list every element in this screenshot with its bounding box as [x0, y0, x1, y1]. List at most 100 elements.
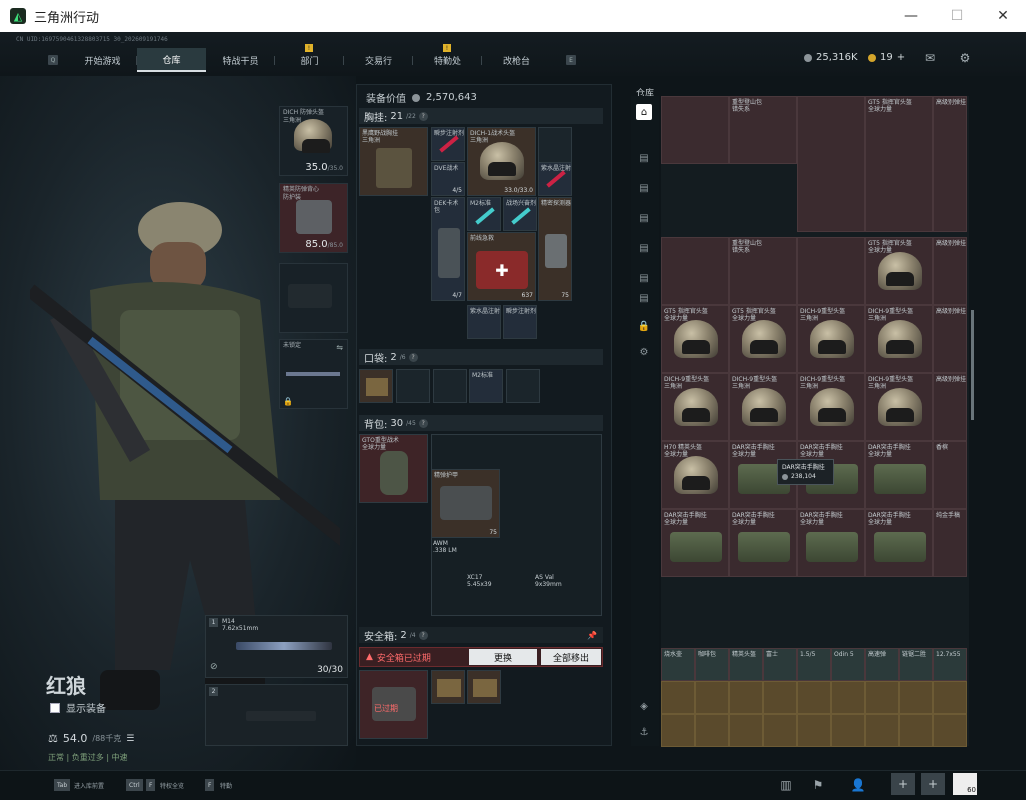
inv-item[interactable]: 紫水晶注射: [538, 162, 572, 196]
warehouse-item[interactable]: DAR突击手胸挂 全球力量: [865, 441, 933, 509]
warehouse-item[interactable]: [865, 714, 899, 747]
tab-trade[interactable]: 交易行: [344, 48, 413, 72]
warehouse-item[interactable]: [933, 714, 967, 747]
add-squad-button-2[interactable]: +: [921, 773, 945, 795]
currency-tickets[interactable]: 19 +: [868, 52, 905, 63]
tab-warehouse[interactable]: 仓库: [137, 48, 206, 72]
warehouse-item[interactable]: DAR突击手胸挂 全球力量: [865, 509, 933, 577]
friends-icon[interactable]: 👤: [848, 775, 868, 795]
inv-item[interactable]: 精密探测器 75: [538, 197, 572, 301]
warehouse-item[interactable]: H70 精英头盔 全球力量: [661, 441, 729, 509]
mail-icon[interactable]: ✉: [922, 51, 938, 65]
warehouse-item[interactable]: DICH-9重型头盔 三角洲: [865, 373, 933, 441]
warehouse-item[interactable]: [797, 681, 831, 714]
lock-icon[interactable]: 🔒: [636, 318, 652, 334]
warehouse-item[interactable]: 纯金手稿: [933, 509, 967, 577]
show-equipment-toggle[interactable]: 显示装备: [50, 700, 106, 715]
warehouse-item[interactable]: GT5 指挥官头盔 全球力量: [865, 96, 933, 232]
scrollbar[interactable]: [971, 310, 974, 420]
warehouse-item[interactable]: [661, 714, 695, 747]
warehouse-item[interactable]: Odin 5: [831, 648, 865, 681]
inv-item[interactable]: DVE战术 4/5: [431, 162, 465, 196]
warehouse-item[interactable]: [831, 714, 865, 747]
warehouse-item[interactable]: 香槟: [933, 441, 967, 509]
pistol-slot[interactable]: [279, 263, 348, 333]
inv-slot-empty[interactable]: [506, 369, 540, 403]
pin-icon[interactable]: 📌: [587, 631, 597, 640]
warehouse-item[interactable]: 精英头盔: [729, 648, 763, 681]
warehouse-item[interactable]: DICH-9重型头盔 三角洲: [797, 373, 865, 441]
inv-item[interactable]: GTO重型战术 全球力量: [359, 434, 428, 503]
tab-6-icon[interactable]: ▤: [636, 290, 652, 306]
inv-item[interactable]: 精弹护甲 75: [431, 469, 500, 538]
warehouse-item[interactable]: 重型登山包 错失系: [729, 96, 797, 164]
inv-item[interactable]: [359, 369, 393, 403]
inv-item[interactable]: 前线急救 ✚ 637: [467, 232, 536, 301]
inv-item[interactable]: 瞬步注射剂: [431, 127, 465, 161]
tab-4-icon[interactable]: ▤: [636, 240, 652, 256]
warehouse-item[interactable]: 咖啡包: [695, 648, 729, 681]
warehouse-item[interactable]: [695, 681, 729, 714]
warehouse-item[interactable]: [661, 237, 729, 305]
tab-operators[interactable]: 特战干员: [206, 48, 275, 72]
tab-start-game[interactable]: 开始游戏: [68, 48, 137, 72]
add-squad-button[interactable]: +: [891, 773, 915, 795]
warehouse-item[interactable]: 高级别弹挂: [933, 305, 967, 373]
warehouse-item[interactable]: DAR突击手胸挂 全球力量: [729, 509, 797, 577]
tab-department[interactable]: ! 部门: [275, 44, 344, 72]
primary-weapon-slot[interactable]: 1 M14 7.62x51mm ⊘ 30/30: [205, 615, 348, 678]
warehouse-item[interactable]: 重型登山包 错失系: [729, 237, 797, 305]
inv-item[interactable]: [431, 670, 465, 704]
inv-item[interactable]: 瞬步注射剂: [503, 305, 537, 339]
warehouse-item[interactable]: [661, 96, 729, 164]
warehouse-item[interactable]: [763, 714, 797, 747]
anchor-icon[interactable]: ⚓: [636, 724, 652, 740]
warehouse-item[interactable]: 高级别弹挂: [933, 96, 967, 232]
warehouse-item[interactable]: 富士: [763, 648, 797, 681]
warehouse-item[interactable]: [797, 714, 831, 747]
help-icon[interactable]: ?: [408, 352, 418, 362]
warehouse-item[interactable]: 烧水壶: [661, 648, 695, 681]
inv-item[interactable]: DEK卡术包 4/7: [431, 197, 465, 301]
warehouse-item[interactable]: DICH-9重型头盔 三角洲: [797, 305, 865, 373]
warehouse-item[interactable]: GT5 指挥官头盔 全球力量: [865, 237, 933, 305]
warehouse-item[interactable]: [797, 237, 865, 305]
tab-gunsmith[interactable]: 改枪台: [482, 48, 551, 72]
flag-icon[interactable]: ⚑: [808, 775, 828, 795]
inv-item[interactable]: [467, 670, 501, 704]
warehouse-item[interactable]: GT5 指挥官头盔 全球力量: [729, 305, 797, 373]
safe-box-container[interactable]: 已过期: [359, 670, 428, 739]
warehouse-item[interactable]: [729, 714, 763, 747]
warehouse-item[interactable]: [797, 96, 865, 232]
close-button[interactable]: ✕: [980, 0, 1026, 32]
help-icon[interactable]: ?: [418, 630, 428, 640]
warehouse-home-icon[interactable]: ⌂: [636, 104, 652, 120]
move-all-button[interactable]: 全部移出: [541, 649, 601, 665]
warehouse-item[interactable]: 高级别弹挂: [933, 373, 967, 441]
tab-special-ops[interactable]: ! 特勤处: [413, 44, 482, 72]
help-icon[interactable]: ?: [418, 111, 428, 121]
warehouse-item[interactable]: [831, 681, 865, 714]
warehouse-item[interactable]: [695, 714, 729, 747]
warehouse-item[interactable]: GT5 指挥官头盔 全球力量: [661, 305, 729, 373]
warehouse-item[interactable]: 链锯二胜: [899, 648, 933, 681]
minimize-button[interactable]: —: [888, 0, 934, 32]
melee-slot[interactable]: 未锁定 ⇋ 🔒: [279, 339, 348, 409]
checkbox[interactable]: [50, 702, 60, 713]
armor-slot[interactable]: 精英防弹背心 防护装 85.0/85.0: [279, 183, 348, 253]
inv-slot-empty[interactable]: [396, 369, 430, 403]
tab-2-icon[interactable]: ▤: [636, 180, 652, 196]
inv-slot-empty[interactable]: [433, 369, 467, 403]
inv-item[interactable]: 战场兴奋剂: [503, 197, 537, 231]
layers-icon[interactable]: ◈: [636, 698, 652, 714]
warehouse-item[interactable]: [899, 714, 933, 747]
helmet-slot[interactable]: DICH 防弹头盔 三角洲 35.0/35.0: [279, 106, 348, 176]
tab-1-icon[interactable]: ▤: [636, 150, 652, 166]
warehouse-item[interactable]: 1.5/5: [797, 648, 831, 681]
secondary-weapon-slot[interactable]: 2: [205, 684, 348, 746]
warehouse-item[interactable]: DICH-9重型头盔 三角洲: [729, 373, 797, 441]
warehouse-item[interactable]: 高速弹: [865, 648, 899, 681]
gear-icon[interactable]: ⚙: [636, 344, 652, 360]
help-icon[interactable]: ?: [418, 418, 428, 428]
warehouse-item[interactable]: 高级别弹挂: [933, 237, 967, 305]
